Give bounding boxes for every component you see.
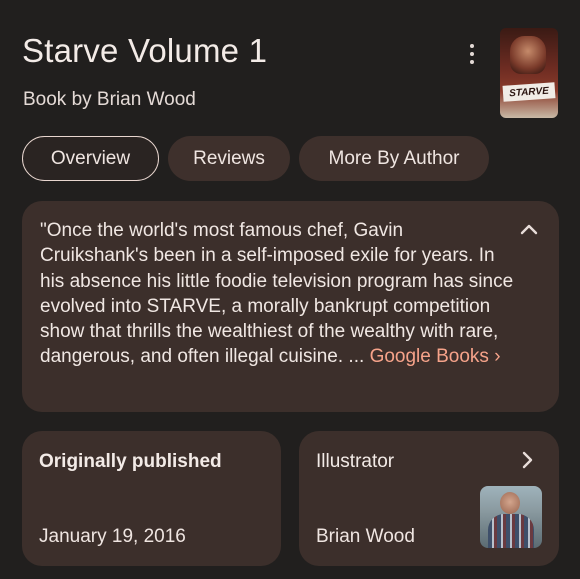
google-books-link[interactable]: Google Books › [370, 346, 501, 367]
chevron-right-icon[interactable] [519, 450, 535, 470]
chevron-up-icon[interactable] [519, 220, 539, 240]
tab-overview[interactable]: Overview [22, 136, 159, 181]
description-text: "Once the world's most famous chef, Gavi… [40, 218, 515, 370]
published-date: January 19, 2016 [39, 526, 186, 547]
originally-published-card: Originally published January 19, 2016 [22, 431, 281, 566]
tab-more-by-author[interactable]: More By Author [299, 136, 489, 181]
more-options-icon[interactable] [460, 40, 484, 68]
published-heading: Originally published [39, 451, 222, 472]
cover-title-text: STARVE [502, 82, 556, 102]
illustrator-avatar [480, 486, 542, 548]
book-cover-image[interactable]: STARVE [500, 28, 558, 118]
illustrator-card[interactable]: Illustrator Brian Wood [299, 431, 559, 566]
description-card: "Once the world's most famous chef, Gavi… [22, 201, 559, 412]
book-subtitle: Book by Brian Wood [23, 89, 196, 110]
illustrator-heading: Illustrator [316, 451, 395, 472]
illustrator-name: Brian Wood [316, 526, 415, 547]
tab-reviews[interactable]: Reviews [168, 136, 290, 181]
cover-portrait [510, 36, 546, 74]
book-title: Starve Volume 1 [22, 32, 268, 69]
